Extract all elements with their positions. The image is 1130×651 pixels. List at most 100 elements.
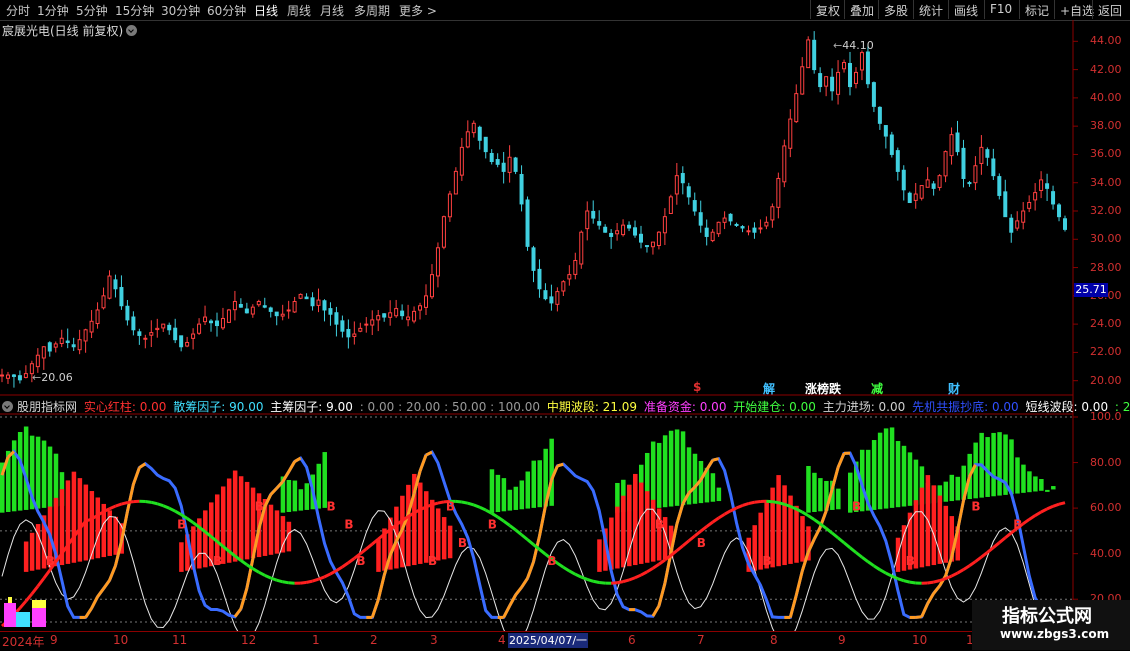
event-reduce-marker[interactable]: 减 bbox=[871, 380, 883, 397]
indicator-tick-label: 60.00 bbox=[1090, 501, 1122, 514]
event-finance-marker[interactable]: 财 bbox=[948, 380, 960, 397]
candle-body bbox=[616, 231, 619, 234]
candle-body bbox=[460, 147, 463, 175]
price-tick-label: 28.00 bbox=[1090, 261, 1122, 274]
red-bar bbox=[800, 516, 805, 562]
buy-marker: B bbox=[697, 536, 706, 550]
candle-body bbox=[18, 376, 21, 380]
trend-line bbox=[969, 562, 975, 566]
candle-body bbox=[365, 324, 368, 325]
candle-body bbox=[126, 306, 129, 320]
trend-line bbox=[1023, 519, 1029, 523]
candle-body bbox=[413, 311, 416, 321]
candle-body bbox=[675, 176, 678, 194]
mid-wave-rise bbox=[378, 575, 384, 600]
candle-body bbox=[622, 225, 625, 234]
event-ranking-marker[interactable]: 涨榜跌 bbox=[805, 380, 841, 397]
trend-line bbox=[725, 511, 731, 514]
red-bar bbox=[448, 526, 453, 559]
trend-line bbox=[844, 543, 850, 548]
candle-body bbox=[210, 321, 213, 323]
selected-date[interactable]: 2025/04/07/一 bbox=[508, 633, 588, 648]
candle-body bbox=[436, 248, 439, 276]
candle-body bbox=[628, 225, 631, 228]
candle-body bbox=[902, 170, 905, 190]
candle-body bbox=[150, 333, 153, 336]
candle-body bbox=[693, 201, 696, 211]
green-bar bbox=[872, 440, 877, 510]
buy-marker: B bbox=[547, 554, 556, 568]
candle-body bbox=[538, 269, 541, 288]
trend-line bbox=[713, 518, 719, 522]
signal-block bbox=[16, 612, 30, 627]
trend-line bbox=[1053, 504, 1059, 506]
trend-line bbox=[581, 577, 587, 579]
mid-wave-rise bbox=[922, 604, 928, 617]
high-annotation: ←44.10 bbox=[833, 39, 874, 52]
red-bar bbox=[275, 510, 280, 553]
trend-line bbox=[456, 501, 462, 502]
green-bar bbox=[287, 480, 292, 512]
green-bar bbox=[997, 432, 1002, 495]
chevron-down-icon[interactable] bbox=[2, 401, 13, 412]
candle-body bbox=[257, 302, 260, 305]
mid-wave-rise bbox=[653, 606, 659, 616]
trend-line bbox=[438, 502, 444, 503]
trend-line bbox=[432, 503, 438, 505]
trend-line bbox=[808, 516, 814, 520]
candle-body bbox=[84, 330, 87, 341]
trend-line bbox=[617, 582, 623, 583]
candle-body bbox=[926, 180, 929, 187]
trend-line bbox=[707, 522, 713, 526]
trend-line bbox=[563, 567, 569, 571]
date-label: 2024年 bbox=[2, 633, 45, 650]
candle-body bbox=[890, 135, 893, 154]
candle-body bbox=[998, 177, 1001, 196]
candle-body bbox=[466, 132, 469, 147]
trend-line bbox=[599, 582, 605, 583]
trend-line bbox=[975, 557, 981, 561]
trend-line bbox=[569, 571, 575, 574]
candle-body bbox=[956, 133, 959, 152]
candle-body bbox=[986, 150, 989, 158]
mid-wave-rise bbox=[522, 578, 528, 587]
low-annotation: ←20.06 bbox=[32, 371, 73, 384]
date-label: 10 bbox=[912, 633, 927, 647]
mid-wave-rise bbox=[139, 464, 145, 468]
candle-body bbox=[825, 77, 828, 86]
candle-body bbox=[484, 137, 487, 151]
candle-body bbox=[204, 317, 207, 322]
event-unlock-marker[interactable]: 解 bbox=[763, 380, 775, 397]
candle-body bbox=[663, 217, 666, 233]
trend-line bbox=[360, 549, 366, 554]
mid-wave-rise bbox=[247, 559, 253, 588]
date-label: 10 bbox=[113, 633, 128, 647]
trend-line bbox=[999, 538, 1005, 543]
green-bar bbox=[299, 489, 304, 510]
candle-body bbox=[854, 72, 857, 83]
candle-body bbox=[269, 308, 272, 311]
price-tick-label: 24.00 bbox=[1090, 317, 1122, 330]
green-bar bbox=[532, 461, 537, 508]
buy-marker: B bbox=[344, 518, 353, 532]
mid-wave-rise bbox=[916, 617, 922, 618]
trend-line bbox=[814, 520, 820, 524]
mid-wave-rise bbox=[814, 527, 820, 539]
candle-body bbox=[872, 83, 875, 107]
buy-marker: B bbox=[255, 499, 264, 513]
candle-body bbox=[932, 184, 935, 188]
red-bar bbox=[436, 508, 441, 560]
red-bar bbox=[944, 506, 949, 563]
green-bar bbox=[1015, 457, 1020, 493]
event-dividend-marker[interactable]: $ bbox=[693, 380, 701, 394]
price-tick-label: 20.00 bbox=[1090, 374, 1122, 387]
mid-wave-rise bbox=[289, 462, 295, 472]
candle-body bbox=[849, 63, 852, 86]
red-bar bbox=[782, 485, 787, 565]
trend-line bbox=[522, 535, 528, 540]
candle-body bbox=[478, 127, 481, 140]
buy-marker: B bbox=[356, 554, 365, 568]
candle-body bbox=[962, 148, 965, 178]
trend-line bbox=[492, 513, 498, 517]
candle-body bbox=[562, 282, 565, 291]
